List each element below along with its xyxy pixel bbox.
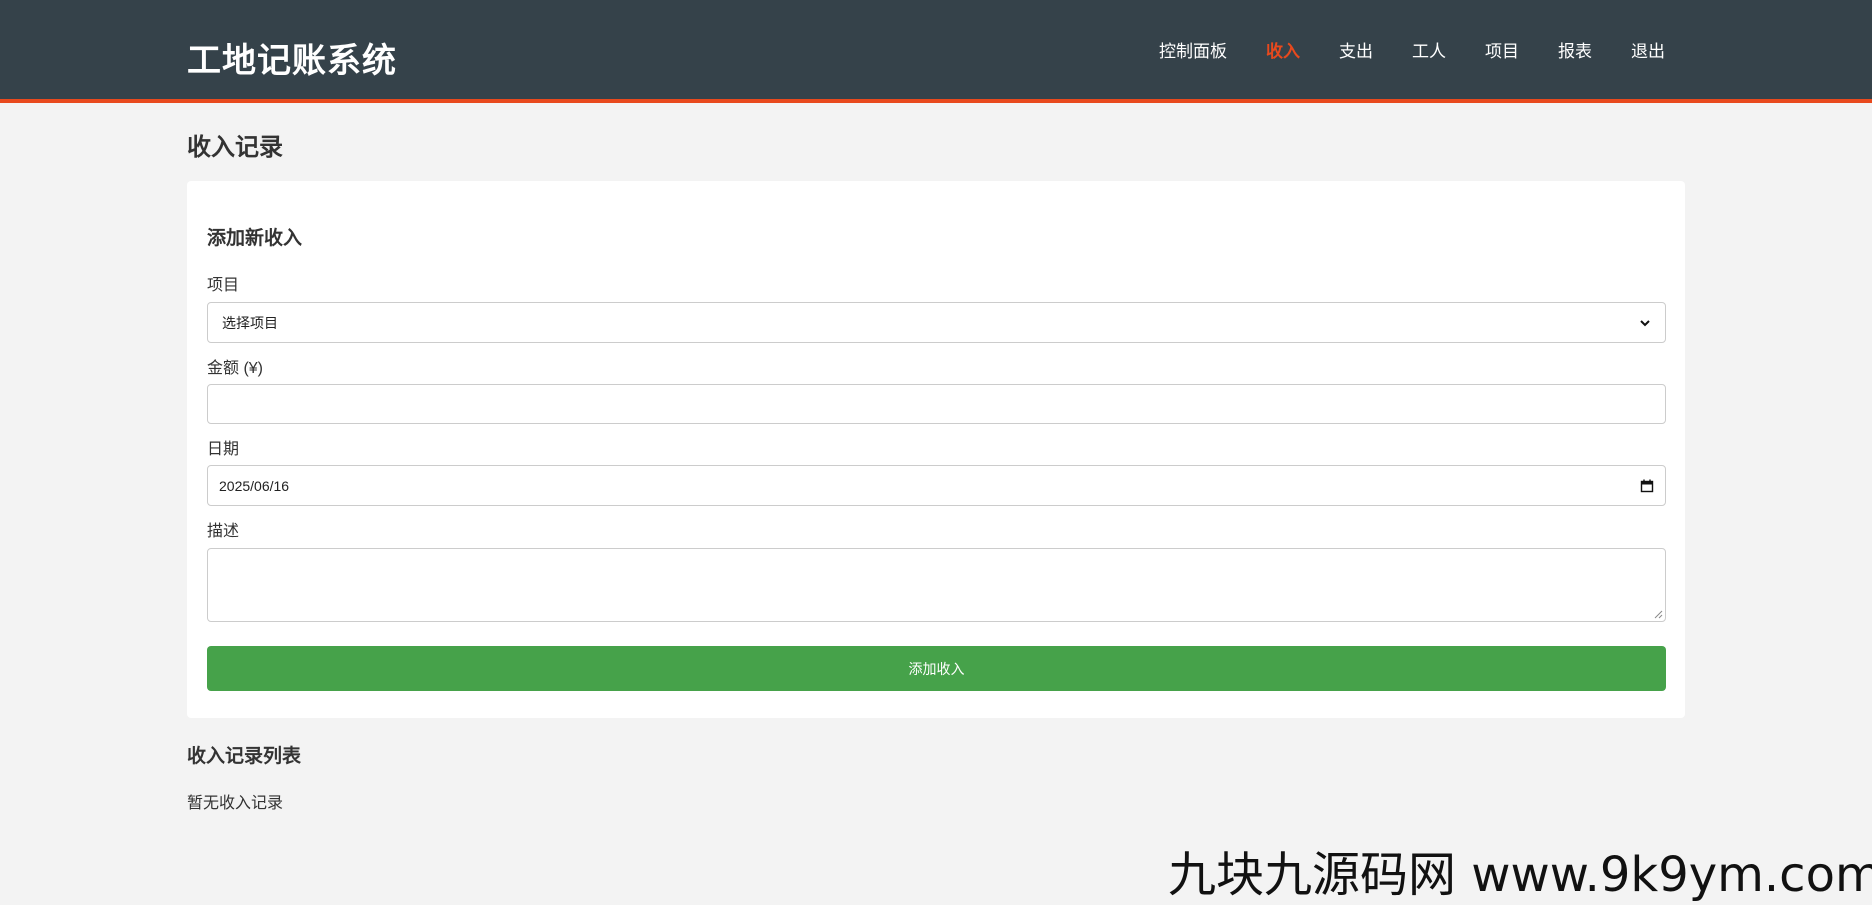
page-title: 收入记录 [187, 134, 283, 161]
description-textarea[interactable] [207, 548, 1666, 622]
nav-item-logout[interactable]: 退出 [1631, 41, 1665, 63]
date-input-value: 2025/06/16 [219, 477, 290, 494]
nav-item-projects[interactable]: 项目 [1485, 41, 1519, 63]
project-select[interactable]: 选择项目 [207, 302, 1666, 343]
top-navigation-bar: 工地记账系统 控制面板 收入 支出 工人 项目 报表 退出 [0, 0, 1872, 103]
calendar-icon[interactable] [1640, 479, 1654, 493]
add-income-form-card: 添加新收入 项目 选择项目 金额 (¥) 日期 2025/06/16 描述 添加… [187, 181, 1685, 718]
nav-item-income[interactable]: 收入 [1266, 41, 1300, 63]
form-title: 添加新收入 [207, 228, 303, 249]
chevron-down-icon [1640, 319, 1650, 326]
nav-item-dashboard[interactable]: 控制面板 [1159, 41, 1227, 63]
date-label: 日期 [207, 441, 240, 458]
income-list-title: 收入记录列表 [187, 746, 302, 767]
nav-item-reports[interactable]: 报表 [1558, 41, 1592, 63]
main-nav: 控制面板 收入 支出 工人 项目 报表 退出 [1120, 41, 1665, 63]
add-income-button[interactable]: 添加收入 [207, 646, 1666, 691]
app-brand-title[interactable]: 工地记账系统 [187, 33, 397, 82]
project-select-value: 选择项目 [222, 314, 278, 331]
description-label: 描述 [207, 523, 240, 540]
nav-item-expenses[interactable]: 支出 [1339, 41, 1373, 63]
amount-label: 金额 (¥) [207, 360, 264, 377]
nav-item-workers[interactable]: 工人 [1412, 41, 1446, 63]
amount-input[interactable] [207, 384, 1666, 424]
resize-grip-icon[interactable] [1654, 610, 1663, 619]
income-list-empty-text: 暂无收入记录 [187, 795, 284, 812]
date-input[interactable]: 2025/06/16 [207, 465, 1666, 506]
watermark-text: 九块九源码网 www.9k9ym.com [1168, 847, 1872, 903]
project-label: 项目 [207, 277, 240, 294]
